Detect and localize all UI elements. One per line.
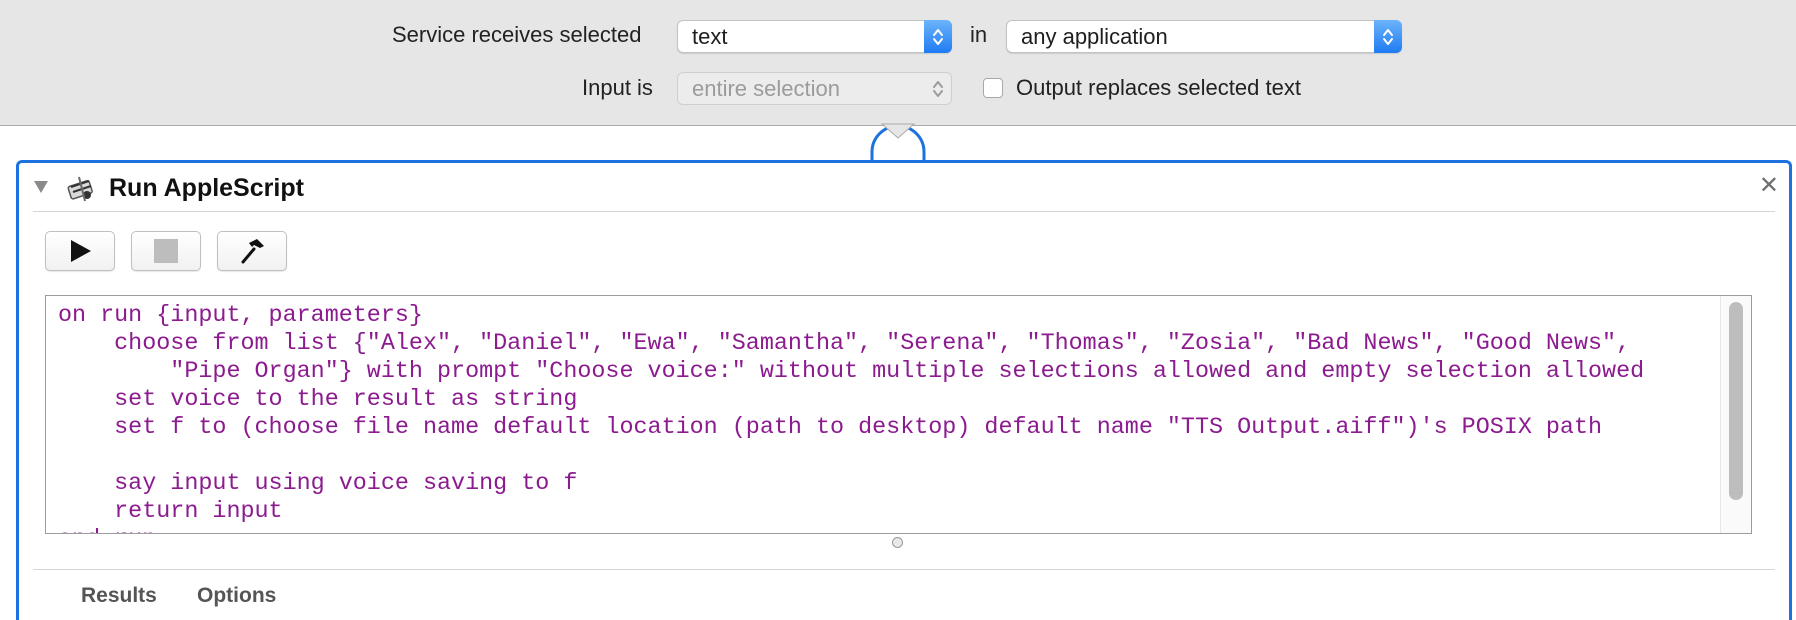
in-label: in: [970, 22, 988, 47]
popup-arrows-icon: [1374, 20, 1402, 53]
disclosure-triangle-icon[interactable]: [33, 180, 49, 194]
input-is-label: Input is: [582, 75, 653, 100]
script-editor[interactable]: on run {input, parameters} choose from l…: [45, 295, 1752, 534]
input-is-value: entire selection: [692, 76, 840, 101]
code-line: "Pipe Organ"} with prompt "Choose voice:…: [58, 359, 1645, 385]
footer-divider: [33, 569, 1775, 570]
output-replaces-checkbox[interactable]: [983, 78, 1003, 98]
code-line: choose from list {"Alex", "Daniel", "Ewa…: [58, 331, 1631, 357]
editor-resize-handle[interactable]: [892, 537, 903, 548]
code-line: set f to (choose file name default locat…: [58, 415, 1603, 441]
code-line: on run {input, parameters}: [58, 303, 423, 329]
header-divider: [33, 211, 1775, 212]
popup-arrows-icon: [924, 20, 952, 53]
code-line: end run: [58, 526, 1644, 533]
service-receives-label: Service receives selected: [392, 22, 642, 47]
input-is-popup: entire selection: [677, 72, 952, 105]
applescript-script-icon: [67, 176, 93, 202]
action-title: Run AppleScript: [109, 174, 304, 202]
hammer-icon: [241, 239, 264, 264]
application-popup[interactable]: any application: [1006, 20, 1402, 53]
code-line: return input: [58, 499, 283, 525]
tab-options[interactable]: Options: [197, 584, 276, 608]
receives-type-value: text: [692, 24, 728, 49]
stop-button[interactable]: [131, 231, 201, 271]
run-applescript-action: Run AppleScript ✕ on run {input, paramet…: [16, 160, 1792, 620]
code-line: say input using voice saving to f: [58, 471, 578, 497]
run-button[interactable]: [45, 231, 115, 271]
editor-scrollbar[interactable]: [1720, 296, 1751, 533]
code-line: set voice to the result as string: [58, 387, 578, 413]
close-action-icon[interactable]: ✕: [1759, 171, 1779, 200]
output-replaces-label: Output replaces selected text: [1016, 75, 1301, 100]
workflow-connector: [870, 123, 926, 163]
play-icon: [71, 240, 91, 262]
receives-type-popup[interactable]: text: [677, 20, 952, 53]
scrollbar-thumb[interactable]: [1729, 302, 1743, 500]
tab-results[interactable]: Results: [81, 584, 157, 608]
compile-button[interactable]: [217, 231, 287, 271]
popup-arrows-icon: [924, 72, 952, 105]
stop-icon: [154, 239, 178, 263]
script-code[interactable]: on run {input, parameters} choose from l…: [58, 302, 1645, 533]
application-value: any application: [1021, 24, 1168, 49]
